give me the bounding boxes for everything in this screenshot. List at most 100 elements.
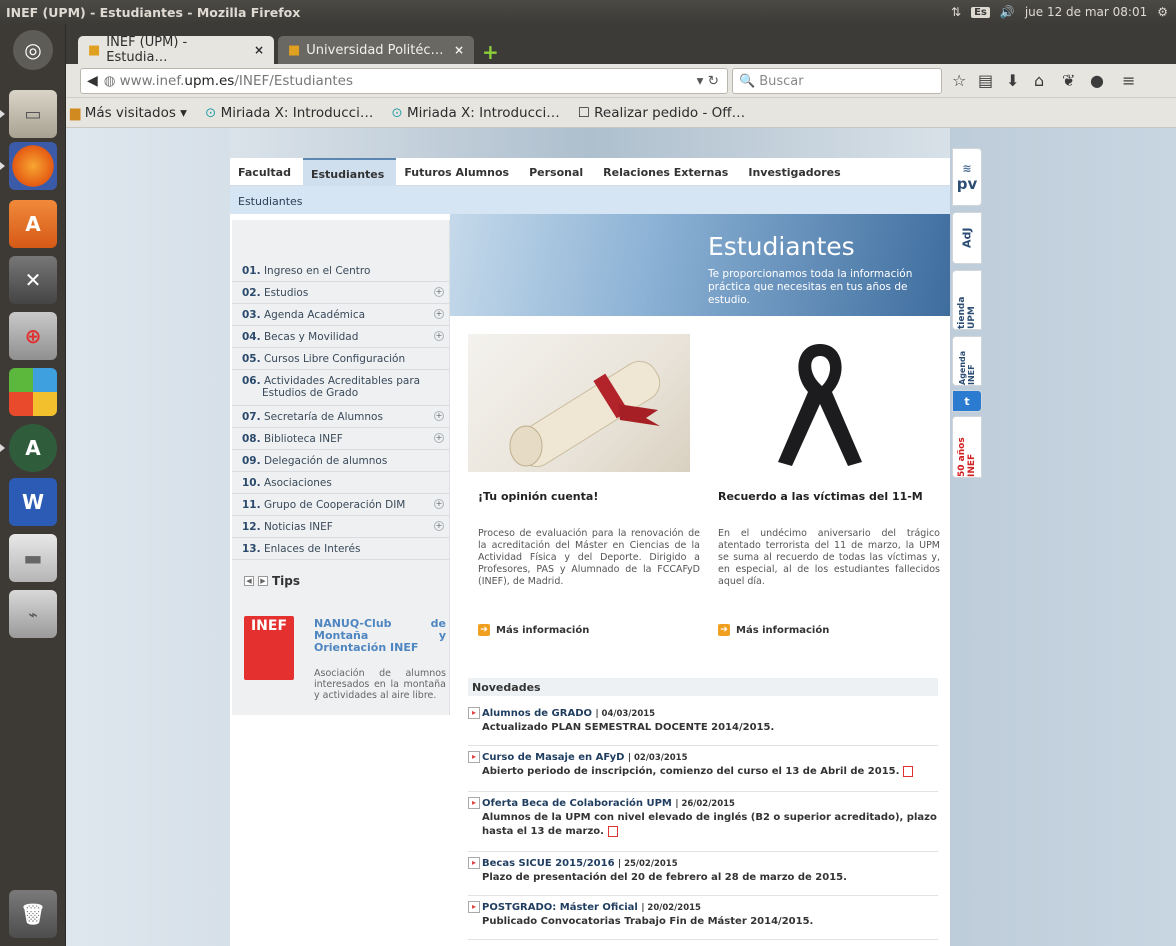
expand-icon[interactable]: + <box>434 433 444 443</box>
more-info-link-11m[interactable]: ➔ Más información <box>718 624 829 636</box>
pocket-icon[interactable]: ❦ <box>1062 71 1075 90</box>
launcher: ◎ ▭ A ✕ ⊕ A W ▬ ⌁ 🗑 <box>0 24 66 946</box>
bookmark-miriada-2[interactable]: ⊙ Miriada X: Introducci… <box>391 105 559 121</box>
sidebar-item-asociaciones[interactable]: 10. Asociaciones <box>232 472 450 494</box>
page-icon: ☐ <box>577 104 590 121</box>
close-tab-icon[interactable]: × <box>254 43 264 57</box>
sidebar-item-becas[interactable]: 04. Becas y Movilidad + <box>232 326 450 348</box>
clock[interactable]: jue 12 de mar 08:01 <box>1025 5 1147 19</box>
arrow-right-icon: ➔ <box>718 624 730 636</box>
sidebar-item-agenda[interactable]: 03. Agenda Académica + <box>232 304 450 326</box>
card-title-opinion[interactable]: ¡Tu opinión cuenta! <box>478 490 598 503</box>
widget-50-anos[interactable]: 50 años INEF <box>952 416 982 478</box>
widget-adj[interactable]: AdJ <box>952 212 982 264</box>
widget-agenda-inef[interactable]: Agenda INEF <box>952 336 982 386</box>
sidebar-item-ingreso[interactable]: 01. Ingreso en el Centro <box>232 260 450 282</box>
sidebar-item-delegacion[interactable]: 09. Delegación de alumnos <box>232 450 450 472</box>
nav-estudiantes[interactable]: Estudiantes <box>302 158 397 186</box>
firefox-app-icon[interactable] <box>9 142 57 190</box>
network-icon[interactable]: ⇅ <box>951 5 961 19</box>
chat-icon[interactable]: ● <box>1090 71 1104 90</box>
back-icon[interactable]: ◀ <box>87 73 98 89</box>
close-tab-icon[interactable]: × <box>454 43 464 57</box>
home-icon[interactable]: ⌂ <box>1034 71 1044 90</box>
sidebar-item-secretaria[interactable]: 07. Secretaría de Alumnos + <box>232 406 450 428</box>
new-tab-icon[interactable]: + <box>482 40 499 64</box>
tab-label: INEF (UPM) - Estudia… <box>106 35 188 65</box>
site-container: Facultad Estudiantes Futuros Alumnos Per… <box>230 128 950 946</box>
expand-icon[interactable]: + <box>434 521 444 531</box>
widget-pv[interactable]: ≋ pv <box>952 148 982 206</box>
sidebar-item-cursos[interactable]: 05. Cursos Libre Configuración <box>232 348 450 370</box>
tab-upm[interactable]: ■ Universidad Politéc… × <box>278 36 474 64</box>
update-manager-icon[interactable]: A <box>9 424 57 472</box>
bookmark-star-icon[interactable]: ☆ <box>952 71 966 90</box>
pdf-icon[interactable] <box>607 825 618 837</box>
nanuq-title[interactable]: NANUQ-Club de Montaña y Orientación INEF <box>314 618 446 654</box>
app-icon[interactable] <box>9 368 57 416</box>
nav-facultad[interactable]: Facultad <box>230 158 303 186</box>
main-navigation: Facultad Estudiantes Futuros Alumnos Per… <box>230 158 950 186</box>
next-tip-icon[interactable]: ▶ <box>258 576 268 586</box>
menu-icon[interactable]: ≡ <box>1122 71 1135 90</box>
system-settings-icon[interactable]: ✕ <box>9 256 57 304</box>
expand-icon[interactable]: + <box>434 331 444 341</box>
trash-icon[interactable]: 🗑 <box>9 890 57 938</box>
news-item[interactable]: Alumnos de GRADO | 04/03/2015 Actualizad… <box>468 707 938 746</box>
breadcrumb[interactable]: Estudiantes <box>230 186 950 214</box>
sidebar-item-biblioteca[interactable]: 08. Biblioteca INEF + <box>232 428 450 450</box>
favicon-icon: ■ <box>88 42 101 58</box>
software-center-icon[interactable]: A <box>9 200 57 248</box>
more-info-link-opinion[interactable]: ➔ Más información <box>478 624 589 636</box>
shield-icon: ⊙ <box>391 104 403 121</box>
prev-tip-icon[interactable]: ◀ <box>244 576 254 586</box>
expand-icon[interactable]: + <box>434 411 444 421</box>
pdf-icon[interactable] <box>903 765 914 777</box>
drive-icon[interactable]: ▬ <box>9 534 57 582</box>
download-icon[interactable]: ⬇ <box>1006 71 1019 90</box>
url-bar[interactable]: ◀ ◍ www.inef. upm.es/INEF/Estudiantes ▾ ↻ <box>80 68 728 94</box>
settings-gear-icon[interactable]: ⚙ <box>1157 5 1168 19</box>
sidebar-item-actividades[interactable]: 06. Actividades Acreditables para Estudio… <box>232 370 450 406</box>
nav-personal[interactable]: Personal <box>521 158 595 186</box>
nav-futuros-alumnos[interactable]: Futuros Alumnos <box>396 158 521 186</box>
twitter-icon[interactable]: t <box>952 390 982 412</box>
news-item[interactable]: Oferta Beca de Colaboración UPM | 26/02/… <box>468 797 938 852</box>
reload-icon[interactable]: ▾ ↻ <box>697 73 719 89</box>
system-top-bar: INEF (UPM) - Estudiantes - Mozilla Firef… <box>0 0 1176 24</box>
nanuq-logo[interactable]: INEF <box>244 616 294 680</box>
news-item[interactable]: Becas SICUE 2015/2016 | 25/02/2015 Plazo… <box>468 857 938 896</box>
bookmark-realizar-pedido[interactable]: ☐ Realizar pedido - Off… <box>578 105 745 121</box>
word-app-icon[interactable]: W <box>9 478 57 526</box>
screenshot-tool-icon[interactable]: ⊕ <box>9 312 57 360</box>
tab-strip: ■ INEF (UPM) - Estudia… × ■ Universidad … <box>66 24 1176 65</box>
reading-list-icon[interactable]: ▤ <box>978 71 993 90</box>
usb-drive-icon[interactable]: ⌁ <box>9 590 57 638</box>
dash-home-icon[interactable]: ◎ <box>13 30 53 70</box>
sidebar-item-estudios[interactable]: 02. Estudios + <box>232 282 450 304</box>
expand-icon[interactable]: + <box>434 499 444 509</box>
files-app-icon[interactable]: ▭ <box>9 90 57 138</box>
nav-investigadores[interactable]: Investigadores <box>740 158 852 186</box>
sidebar-item-noticias[interactable]: 12. Noticias INEF + <box>232 516 450 538</box>
bookmark-miriada-1[interactable]: ⊙ Miriada X: Introducci… <box>205 105 373 121</box>
expand-icon[interactable]: + <box>434 287 444 297</box>
bookmark-most-visited[interactable]: ▆ Más visitados ▾ <box>70 105 187 121</box>
news-item[interactable]: POSTGRADO: Máster Oficial | 20/02/2015 P… <box>468 901 938 940</box>
news-item[interactable]: Curso de Masaje en AFyD | 02/03/2015 Abi… <box>468 751 938 792</box>
running-indicator <box>0 162 5 170</box>
keyboard-layout[interactable]: Es <box>971 6 990 18</box>
widget-tienda-upm[interactable]: tienda UPM <box>952 270 982 330</box>
nav-relaciones-externas[interactable]: Relaciones Externas <box>595 158 740 186</box>
search-input[interactable]: 🔍 Buscar <box>732 68 942 94</box>
tab-inef[interactable]: ■ INEF (UPM) - Estudia… × <box>78 35 274 65</box>
sidebar-item-enlaces[interactable]: 13. Enlaces de Interés <box>232 538 450 560</box>
card-title-11m[interactable]: Recuerdo a las víctimas del 11-M <box>718 490 923 503</box>
expand-icon[interactable]: + <box>434 309 444 319</box>
volume-icon[interactable]: 🔊 <box>1000 5 1015 19</box>
favicon-icon: ■ <box>288 42 301 58</box>
diploma-image[interactable] <box>468 334 690 472</box>
url-prefix: www.inef. <box>119 73 185 89</box>
sidebar-item-cooperacion[interactable]: 11. Grupo de Cooperación DIM + <box>232 494 450 516</box>
ribbon-image[interactable] <box>708 334 930 472</box>
